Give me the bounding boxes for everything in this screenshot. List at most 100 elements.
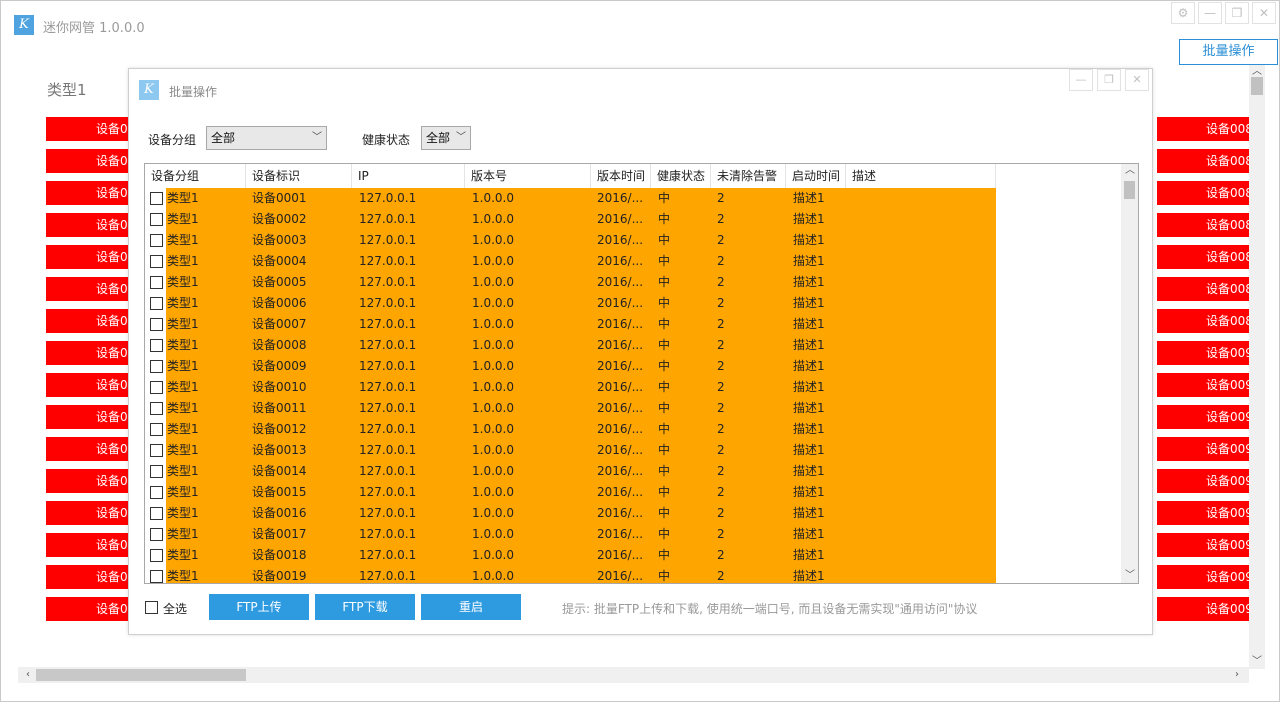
device-button[interactable]: 设备0 (46, 181, 130, 205)
scroll-down-icon[interactable]: ﹀ (1249, 655, 1265, 669)
device-button[interactable]: 设备0 (46, 309, 130, 333)
device-button[interactable]: 设备008 (1157, 309, 1249, 333)
close-icon[interactable]: ✕ (1252, 2, 1276, 24)
table-row[interactable]: 类型1 设备0011 127.0.0.1 1.0.0.0 2016/... 中 2 描述1 (145, 398, 1123, 419)
row-checkbox[interactable] (150, 192, 163, 205)
minimize-icon[interactable]: — (1198, 2, 1222, 24)
device-button[interactable]: 设备0 (46, 213, 130, 237)
scroll-thumb[interactable] (36, 669, 246, 681)
row-checkbox[interactable] (150, 423, 163, 436)
device-button[interactable]: 设备009 (1157, 565, 1249, 589)
table-row[interactable]: 类型1 设备0008 127.0.0.1 1.0.0.0 2016/... 中 2 描述1 (145, 335, 1123, 356)
group-filter-select[interactable]: 全部 ﹀ (206, 126, 327, 150)
settings-gear-icon[interactable]: ⚙ (1171, 2, 1195, 24)
device-button[interactable]: 设备0 (46, 245, 130, 269)
device-button[interactable]: 设备009 (1157, 533, 1249, 557)
table-row[interactable]: 类型1 设备0005 127.0.0.1 1.0.0.0 2016/... 中 2 描述1 (145, 272, 1123, 293)
row-checkbox[interactable] (150, 339, 163, 352)
select-all-checkbox[interactable] (145, 601, 158, 614)
row-checkbox[interactable] (150, 570, 163, 583)
column-header[interactable]: 版本时间 (591, 164, 651, 188)
row-checkbox[interactable] (150, 402, 163, 415)
table-row[interactable]: 类型1 设备0012 127.0.0.1 1.0.0.0 2016/... 中 2 描述1 (145, 419, 1123, 440)
device-button[interactable]: 设备0 (46, 373, 130, 397)
device-button[interactable]: 设备009 (1157, 373, 1249, 397)
row-checkbox[interactable] (150, 318, 163, 331)
table-vertical-scrollbar[interactable]: ︿ ﹀ (1121, 164, 1138, 583)
table-row[interactable]: 类型1 设备0017 127.0.0.1 1.0.0.0 2016/... 中 2 描述1 (145, 524, 1123, 545)
dialog-restore-icon[interactable]: ❐ (1097, 69, 1121, 91)
device-button[interactable]: 设备008 (1157, 181, 1249, 205)
device-button[interactable]: 设备009 (1157, 405, 1249, 429)
scroll-down-icon[interactable]: ﹀ (1122, 569, 1138, 583)
main-horizontal-scrollbar[interactable]: ‹ › (18, 667, 1249, 683)
column-header[interactable]: 未清除告警 (711, 164, 786, 188)
device-button[interactable]: 设备009 (1157, 469, 1249, 493)
column-header[interactable]: 描述 (846, 164, 996, 188)
device-button[interactable]: 设备0 (46, 117, 130, 141)
ftp-upload-button[interactable]: FTP上传 (209, 594, 309, 620)
device-button[interactable]: 设备0 (46, 597, 130, 621)
scroll-thumb[interactable] (1124, 181, 1135, 199)
row-checkbox[interactable] (150, 234, 163, 247)
column-header[interactable]: 健康状态 (651, 164, 711, 188)
device-button[interactable]: 设备0 (46, 437, 130, 461)
device-button[interactable]: 设备0 (46, 341, 130, 365)
table-row[interactable]: 类型1 设备0019 127.0.0.1 1.0.0.0 2016/... 中 2 描述1 (145, 566, 1123, 583)
restart-button[interactable]: 重启 (421, 594, 521, 620)
device-button[interactable]: 设备008 (1157, 277, 1249, 301)
table-row[interactable]: 类型1 设备0002 127.0.0.1 1.0.0.0 2016/... 中 2 描述1 (145, 209, 1123, 230)
scroll-right-icon[interactable]: › (1229, 668, 1245, 682)
row-checkbox[interactable] (150, 549, 163, 562)
device-button[interactable]: 设备0 (46, 277, 130, 301)
ftp-download-button[interactable]: FTP下载 (315, 594, 415, 620)
device-button[interactable]: 设备008 (1157, 117, 1249, 141)
table-row[interactable]: 类型1 设备0006 127.0.0.1 1.0.0.0 2016/... 中 2 描述1 (145, 293, 1123, 314)
row-checkbox[interactable] (150, 465, 163, 478)
row-checkbox[interactable] (150, 255, 163, 268)
table-row[interactable]: 类型1 设备0004 127.0.0.1 1.0.0.0 2016/... 中 2 描述1 (145, 251, 1123, 272)
device-button[interactable]: 设备008 (1157, 149, 1249, 173)
row-checkbox[interactable] (150, 507, 163, 520)
device-button[interactable]: 设备009 (1157, 437, 1249, 461)
table-row[interactable]: 类型1 设备0014 127.0.0.1 1.0.0.0 2016/... 中 2 描述1 (145, 461, 1123, 482)
device-button[interactable]: 设备0 (46, 469, 130, 493)
device-button[interactable]: 设备009 (1157, 501, 1249, 525)
device-button[interactable]: 设备0 (46, 533, 130, 557)
column-header[interactable]: IP (352, 164, 465, 188)
table-row[interactable]: 类型1 设备0003 127.0.0.1 1.0.0.0 2016/... 中 2 描述1 (145, 230, 1123, 251)
device-button[interactable]: 设备0 (46, 149, 130, 173)
scroll-thumb[interactable] (1251, 77, 1263, 95)
row-checkbox[interactable] (150, 297, 163, 310)
main-vertical-scrollbar[interactable]: ︿ ﹀ (1249, 65, 1265, 669)
table-row[interactable]: 类型1 设备0001 127.0.0.1 1.0.0.0 2016/... 中 2 描述1 (145, 188, 1123, 209)
table-row[interactable]: 类型1 设备0015 127.0.0.1 1.0.0.0 2016/... 中 2 描述1 (145, 482, 1123, 503)
device-button[interactable]: 设备009 (1157, 597, 1249, 621)
column-header[interactable]: 版本号 (465, 164, 591, 188)
column-header[interactable]: 设备分组 (145, 164, 246, 188)
table-row[interactable]: 类型1 设备0016 127.0.0.1 1.0.0.0 2016/... 中 2 描述1 (145, 503, 1123, 524)
table-row[interactable]: 类型1 设备0013 127.0.0.1 1.0.0.0 2016/... 中 2 描述1 (145, 440, 1123, 461)
device-button[interactable]: 设备009 (1157, 341, 1249, 365)
table-row[interactable]: 类型1 设备0009 127.0.0.1 1.0.0.0 2016/... 中 2 描述1 (145, 356, 1123, 377)
restore-icon[interactable]: ❐ (1225, 2, 1249, 24)
table-row[interactable]: 类型1 设备0018 127.0.0.1 1.0.0.0 2016/... 中 2 描述1 (145, 545, 1123, 566)
row-checkbox[interactable] (150, 444, 163, 457)
scroll-left-icon[interactable]: ‹ (20, 668, 36, 682)
device-button[interactable]: 设备008 (1157, 213, 1249, 237)
health-filter-select[interactable]: 全部 ﹀ (421, 126, 471, 150)
device-button[interactable]: 设备0 (46, 501, 130, 525)
row-checkbox[interactable] (150, 213, 163, 226)
row-checkbox[interactable] (150, 381, 163, 394)
table-row[interactable]: 类型1 设备0007 127.0.0.1 1.0.0.0 2016/... 中 2 描述1 (145, 314, 1123, 335)
row-checkbox[interactable] (150, 360, 163, 373)
dialog-minimize-icon[interactable]: — (1069, 69, 1093, 91)
device-button[interactable]: 设备0 (46, 565, 130, 589)
row-checkbox[interactable] (150, 486, 163, 499)
column-header[interactable]: 设备标识 (246, 164, 352, 188)
device-button[interactable]: 设备0 (46, 405, 130, 429)
column-header[interactable]: 启动时间 (786, 164, 846, 188)
batch-operation-button[interactable]: 批量操作 (1179, 39, 1278, 65)
dialog-close-icon[interactable]: ✕ (1125, 69, 1149, 91)
row-checkbox[interactable] (150, 528, 163, 541)
